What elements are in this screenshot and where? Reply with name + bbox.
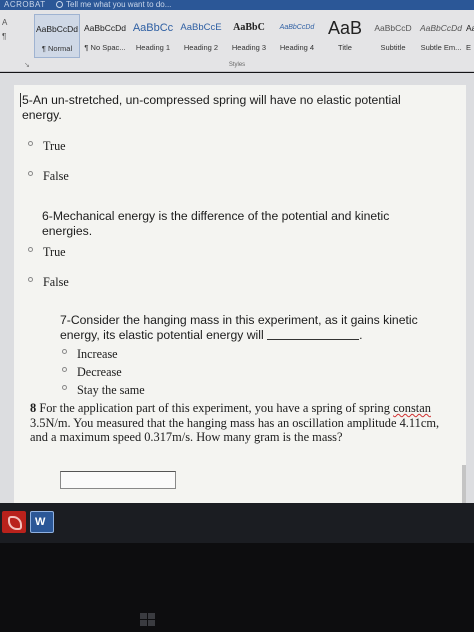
radio-button[interactable] xyxy=(62,349,67,354)
question-8-number: 8 xyxy=(30,401,37,415)
option-label: Stay the same xyxy=(77,383,145,397)
style-sample: Aa xyxy=(466,23,474,33)
style-name: Heading 4 xyxy=(279,43,315,52)
question-6: 6-Mechanical energy is the difference of… xyxy=(42,209,442,239)
question-5-text: 5-An un-stretched, un-compressed spring … xyxy=(22,93,401,122)
radio-button[interactable] xyxy=(28,277,33,282)
style-normal[interactable]: AaBbCcDd ¶ Normal xyxy=(34,14,80,58)
style-name: ¶ Normal xyxy=(41,44,73,53)
q7-option-decrease[interactable]: Decrease xyxy=(62,365,122,379)
windows-logo-icon xyxy=(140,613,156,627)
q7-option-stay-the-same[interactable]: Stay the same xyxy=(62,383,145,397)
question-7-text: 7-Consider the hanging mass in this expe… xyxy=(60,313,460,343)
misspelled-word: constan xyxy=(393,401,431,415)
style-title[interactable]: AaB Title xyxy=(322,14,368,58)
style-sample: AaB xyxy=(327,18,363,38)
style-no-spacing[interactable]: AaBbCcDd ¶ No Spac... xyxy=(82,14,128,58)
option-label: Increase xyxy=(77,347,118,361)
style-name: E xyxy=(466,43,472,52)
style-sample: AaBbC xyxy=(233,22,265,33)
radio-button[interactable] xyxy=(62,385,67,390)
text-cursor xyxy=(20,93,21,107)
ribbon: A ¶ AaBbCcDd ¶ Normal AaBbCcDd ¶ No Spac… xyxy=(0,10,474,72)
q6-option-true[interactable]: True xyxy=(28,245,66,259)
question-8-text-b: 3.5N/m. You measured that the hanging ma… xyxy=(30,415,440,445)
question-5: 5-An un-stretched, un-compressed spring … xyxy=(22,93,442,123)
style-name: ¶ No Spac... xyxy=(84,43,126,52)
q6-option-false[interactable]: False xyxy=(28,275,69,289)
style-emphasis[interactable]: Aa E xyxy=(466,14,474,58)
style-name: Subtitle xyxy=(380,43,406,52)
radio-button[interactable] xyxy=(62,367,67,372)
title-bar: ACROBAT Tell me what you want to do... xyxy=(0,0,474,10)
style-heading-3[interactable]: AaBbC Heading 3 xyxy=(226,14,272,58)
word-taskbar-icon[interactable]: W xyxy=(30,511,54,533)
style-sample: AaBbCcD xyxy=(374,23,412,33)
option-label: Decrease xyxy=(77,365,122,379)
question-7-prompt: 7-Consider the hanging mass in this expe… xyxy=(60,313,418,342)
app-name: ACROBAT xyxy=(4,0,46,9)
paragraph-tools: A ¶ xyxy=(2,16,32,44)
style-sample: AaBbCc xyxy=(132,22,174,34)
document-page[interactable]: 5-An un-stretched, un-compressed spring … xyxy=(14,85,466,505)
answer-input[interactable] xyxy=(60,471,176,489)
question-6-text: 6-Mechanical energy is the difference of… xyxy=(42,209,390,238)
style-name: Heading 3 xyxy=(231,43,267,52)
q5-option-true[interactable]: True xyxy=(28,139,66,153)
pilcrow-icon[interactable]: ¶ xyxy=(2,30,32,44)
font-tool-icon[interactable]: A xyxy=(2,16,32,30)
style-name: Heading 1 xyxy=(135,43,171,52)
style-heading-1[interactable]: AaBbCc Heading 1 xyxy=(130,14,176,58)
lightbulb-icon xyxy=(56,1,63,8)
style-sample: AaBbCcDd xyxy=(83,23,127,33)
tell-me-text: Tell me what you want to do... xyxy=(66,0,172,9)
radio-button[interactable] xyxy=(28,171,33,176)
question-7-end: . xyxy=(359,328,363,342)
style-heading-4[interactable]: AaBbCcDd Heading 4 xyxy=(274,14,320,58)
scrollbar-thumb[interactable] xyxy=(462,465,466,505)
radio-button[interactable] xyxy=(28,247,33,252)
document-area: 5-An un-stretched, un-compressed spring … xyxy=(0,73,474,505)
styles-group-label: Styles xyxy=(228,62,246,68)
question-7: 7-Consider the hanging mass in this expe… xyxy=(60,313,460,343)
question-8: 8 For the application part of this exper… xyxy=(30,401,460,445)
style-name: Heading 2 xyxy=(183,43,219,52)
fill-in-blank xyxy=(267,330,360,340)
radio-button[interactable] xyxy=(28,141,33,146)
q5-option-false[interactable]: False xyxy=(28,169,69,183)
taskbar: W xyxy=(0,503,474,543)
style-sample: AaBbCcDd xyxy=(35,24,79,34)
option-label: False xyxy=(43,275,69,289)
style-sample: AaBbCcE xyxy=(180,22,222,33)
monitor-bezel xyxy=(0,543,474,632)
q7-option-increase[interactable]: Increase xyxy=(62,347,118,361)
style-name: Subtle Em... xyxy=(420,43,462,52)
word-letter: W xyxy=(35,516,46,528)
option-label: True xyxy=(43,139,66,153)
option-label: False xyxy=(43,169,69,183)
style-subtle-emphasis[interactable]: AaBbCcDd Subtle Em... xyxy=(418,14,464,58)
style-sample: AaBbCcDd xyxy=(279,24,315,31)
question-8-text-a: For the application part of this experim… xyxy=(39,401,390,415)
acrobat-taskbar-icon[interactable] xyxy=(2,511,26,533)
option-label: True xyxy=(43,245,66,259)
style-heading-2[interactable]: AaBbCcE Heading 2 xyxy=(178,14,224,58)
tell-me-search[interactable]: Tell me what you want to do... xyxy=(56,0,171,10)
style-sample: AaBbCcDd xyxy=(419,23,463,33)
styles-gallery: AaBbCcDd ¶ Normal AaBbCcDd ¶ No Spac... … xyxy=(34,14,474,60)
style-subtitle[interactable]: AaBbCcD Subtitle xyxy=(370,14,416,58)
style-name: Title xyxy=(338,43,352,52)
